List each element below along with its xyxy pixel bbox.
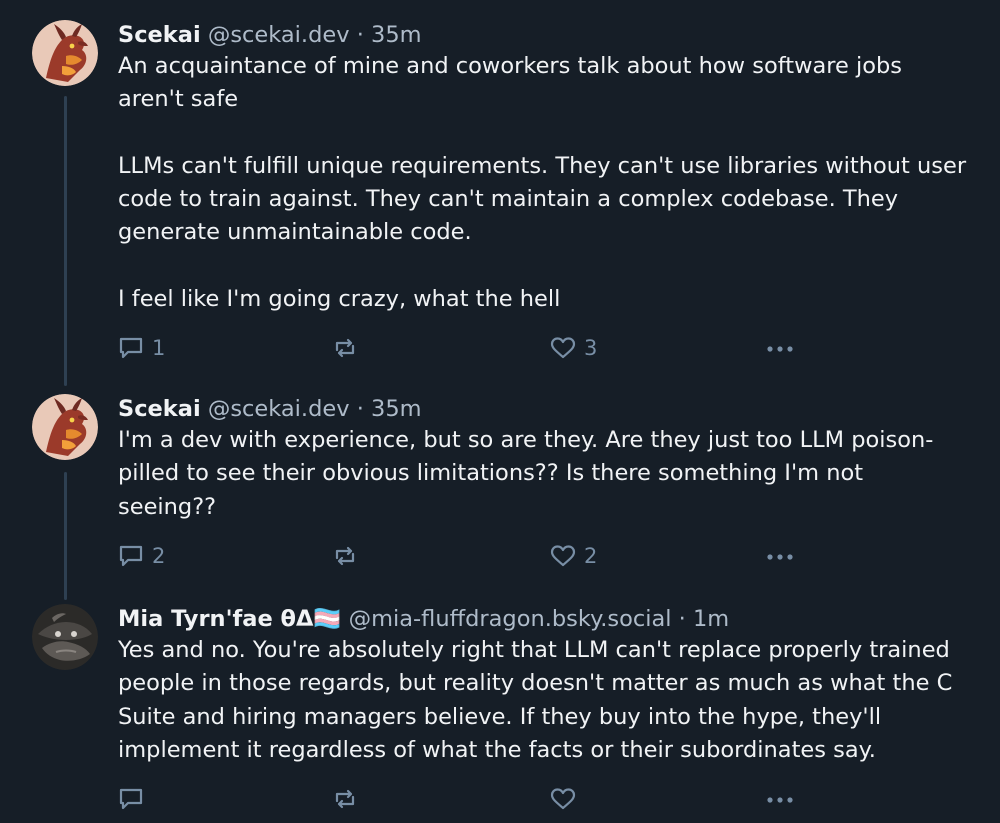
repost-icon — [335, 338, 355, 358]
repost-button[interactable] — [332, 333, 358, 363]
reply-button[interactable]: 1 — [118, 333, 165, 363]
reply-count: 1 — [152, 336, 166, 360]
repost-button[interactable] — [332, 541, 358, 571]
post-header: Mia Tyrn'fae θΔ🏳️‍⚧️ @mia-fluffdragon.bs… — [118, 604, 729, 634]
reply-button[interactable]: 2 — [118, 541, 165, 571]
more-dots-icon — [767, 797, 793, 803]
like-count: 2 — [584, 544, 598, 568]
dragon-avatar-icon — [32, 394, 98, 460]
avatar[interactable] — [32, 394, 98, 460]
separator-dot: · — [356, 396, 364, 422]
dragon-avatar-icon — [32, 20, 98, 86]
like-button[interactable]: 3 — [550, 333, 597, 363]
post-actions — [118, 784, 818, 814]
avatar[interactable] — [32, 604, 98, 670]
reply-count: 2 — [152, 544, 166, 568]
more-dots-icon — [767, 554, 793, 560]
author-name[interactable]: Scekai — [118, 396, 201, 422]
author-handle[interactable]: @scekai.dev — [208, 22, 350, 48]
separator-dot: · — [356, 22, 364, 48]
post-header: Scekai @scekai.dev · 35m — [118, 394, 422, 424]
post-time[interactable]: 35m — [371, 396, 422, 422]
post-paragraph: Yes and no. You're absolutely right that… — [118, 637, 953, 763]
like-button[interactable]: 2 — [550, 541, 597, 571]
author-name[interactable]: Scekai — [118, 22, 201, 48]
post-paragraph: LLMs can't fulfill unique requirements. … — [118, 152, 967, 246]
more-options-button[interactable] — [764, 784, 796, 814]
author-handle[interactable]: @mia-fluffdragon.bsky.social — [349, 606, 672, 632]
repost-button[interactable] — [332, 784, 358, 814]
heart-icon — [550, 788, 576, 810]
post-time[interactable]: 1m — [693, 606, 729, 632]
reply-bubble-icon — [119, 545, 143, 567]
author-name[interactable]: Mia Tyrn'fae θΔ🏳️‍⚧️ — [118, 606, 341, 632]
repost-icon — [335, 789, 355, 809]
reply-bubble-icon — [119, 788, 143, 810]
post-3[interactable]: Mia Tyrn'fae θΔ🏳️‍⚧️ @mia-fluffdragon.bs… — [0, 604, 1000, 823]
dark-dragon-avatar-icon — [32, 604, 98, 670]
reply-bubble-icon — [119, 337, 143, 359]
post-text: I'm a dev with experience, but so are th… — [118, 424, 968, 524]
post-actions: 2 2 — [118, 541, 818, 571]
post-paragraph: I feel like I'm going crazy, what the he… — [118, 286, 561, 313]
more-dots-icon — [767, 346, 793, 352]
more-options-button[interactable] — [764, 333, 796, 363]
reply-button[interactable] — [118, 784, 152, 814]
repost-icon — [335, 546, 355, 566]
post-1[interactable]: Scekai @scekai.dev · 35m An acquaintance… — [0, 20, 1000, 380]
author-handle[interactable]: @scekai.dev — [208, 396, 350, 422]
avatar[interactable] — [32, 20, 98, 86]
post-2[interactable]: Scekai @scekai.dev · 35m I'm a dev with … — [0, 394, 1000, 594]
heart-icon — [550, 337, 576, 359]
post-text: Yes and no. You're absolutely right that… — [118, 634, 968, 767]
post-text: An acquaintance of mine and coworkers ta… — [118, 50, 968, 316]
post-actions: 1 3 — [118, 333, 818, 363]
post-header: Scekai @scekai.dev · 35m — [118, 20, 422, 50]
separator-dot: · — [678, 606, 686, 632]
like-count: 3 — [584, 336, 598, 360]
more-options-button[interactable] — [764, 541, 796, 571]
post-paragraph: An acquaintance of mine and coworkers ta… — [118, 53, 903, 113]
post-paragraph: I'm a dev with experience, but so are th… — [118, 427, 934, 520]
like-button[interactable] — [550, 784, 584, 814]
post-time[interactable]: 35m — [371, 22, 422, 48]
heart-icon — [550, 545, 576, 567]
